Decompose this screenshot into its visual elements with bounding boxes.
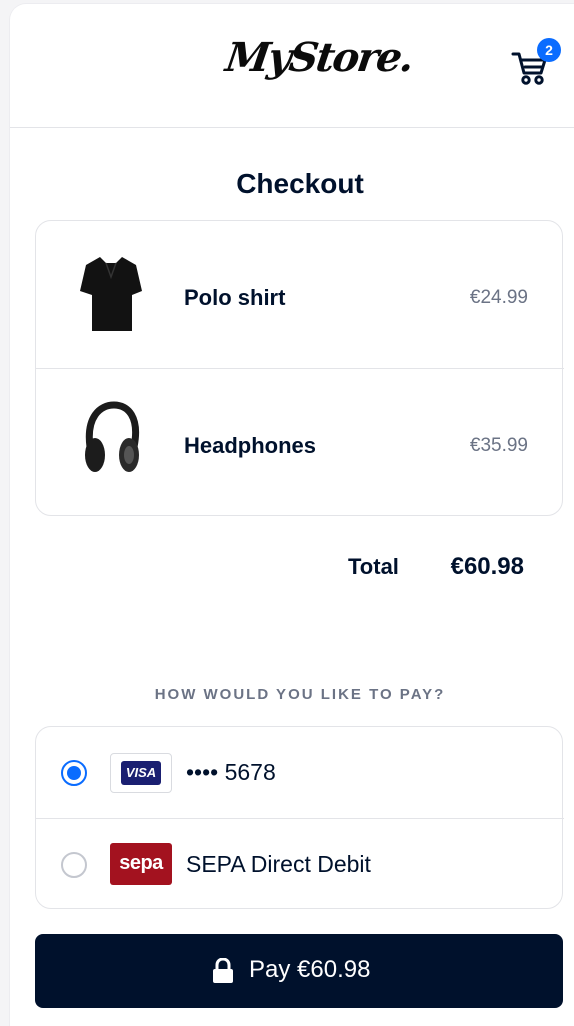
radio-selected[interactable] [61,760,87,786]
header: MyStore. 2 [10,4,574,128]
store-logo[interactable]: MyStore. [223,34,416,81]
list-item: Polo shirt €24.99 [36,221,564,368]
payment-option-visa[interactable]: VISA •••• 5678 [36,727,564,818]
item-price: €35.99 [469,435,528,456]
cart-count-badge: 2 [537,38,561,62]
pay-button-label: Pay €60.98 [249,956,371,983]
visa-logo: VISA [110,753,172,793]
sepa-logo: sepa [110,843,172,885]
payment-heading: HOW WOULD YOU LIKE TO PAY? [154,686,446,703]
item-name: Headphones [184,433,317,458]
payment-methods: VISA •••• 5678 sepa SEPA Direct Debit [35,726,564,909]
visa-brand-text: VISA [121,761,161,785]
total-label: Total [348,554,399,579]
lock-icon [213,958,233,983]
polo-shirt-image [80,257,142,331]
payment-option-sepa[interactable]: sepa SEPA Direct Debit [36,818,564,909]
headphones-image [85,401,139,472]
pay-button[interactable]: Pay €60.98 [35,934,563,1008]
item-name: Polo shirt [184,285,286,310]
total-value: €60.98 [450,553,524,580]
item-price: €24.99 [469,287,528,308]
radio-unselected[interactable] [61,852,87,878]
payment-option-label: •••• 5678 [186,759,276,785]
payment-option-label: SEPA Direct Debit [186,851,371,877]
checkout-screen: MyStore. 2 Checkout Polo shirt €24.99 He… [10,4,574,1026]
list-item: Headphones €35.99 [36,368,564,515]
page-title: Checkout [236,168,364,199]
order-items-list: Polo shirt €24.99 Headphones €35.99 [35,220,564,516]
